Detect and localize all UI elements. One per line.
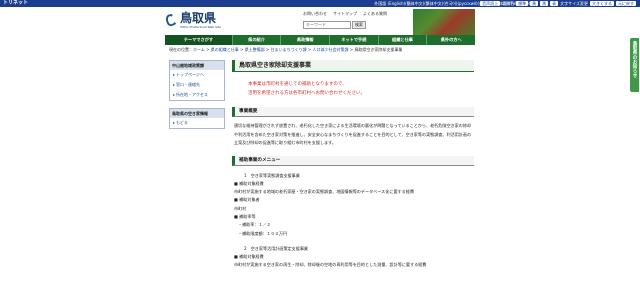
sidebar-division-title: 中山間地域政策課 <box>170 61 224 70</box>
list-item: 市町村が実施する空き家の再生・除却、除却後の空地の再利用等を目的とした測量、設計… <box>234 262 427 268</box>
list-item: ■ 補助対象者 <box>234 197 260 203</box>
nav-organization[interactable]: 組織と仕事 <box>379 35 428 45</box>
list-item: 市町村 <box>234 205 247 211</box>
breadcrumb: 現在の位置：ホーム > 県の組織と仕事 > 県土整備部 > 住まいまちづくり課 … <box>169 47 403 52</box>
search-input[interactable]: キーワード <box>303 21 351 29</box>
notice-line: 本事業は市町村を通じての補助となりますので、 <box>248 82 347 87</box>
site-header: 鳥取県 Tottori Prefectural Web Site お問い合わせ … <box>164 9 475 35</box>
trinet-brand[interactable]: トリネット <box>3 0 28 7</box>
list-item: 1 空き家等実態調査支援事業 <box>244 172 300 178</box>
breadcrumb-division[interactable]: 人口減少社会対策課 <box>313 47 349 52</box>
list-item: ■ 補助対象経費 <box>234 254 264 260</box>
sidebar-box-vacant: 鳥取県の空き家情報 もどる <box>169 108 225 129</box>
list-item: ・補助率：１／２ <box>238 222 271 228</box>
top-utility-bar: トリネット 外国語 (English)(簡体中文)(繁体中文)(한국어)(рус… <box>0 0 640 7</box>
breadcrumb-section[interactable]: 住まいまちづくり課 <box>271 47 307 52</box>
sidebar-link-access[interactable]: 所在地・アクセス <box>170 90 224 100</box>
header-links: お問い合わせ サイトマップ よくある質問 <box>303 11 387 17</box>
page-title: 鳥取県空き家除却支援事業 <box>232 60 474 72</box>
breadcrumb-home[interactable]: ホーム <box>193 47 205 52</box>
prefecture-notices-tab[interactable]: 鳥取県のお知らせ <box>630 38 639 92</box>
global-nav: テーマでさがす 県の紹介 県政情報 ネットで手続 組織と仕事 県外の方へ <box>165 35 475 45</box>
header-photo <box>413 9 475 35</box>
notice-text: 本事業は市町村を通じての補助となりますので、 活用を希望される方は各市町村へお問… <box>248 80 474 98</box>
overview-paragraph: 適切な維持管理がされず放置され、老朽化した空き家による生活環境の悪化が問題となっ… <box>234 123 472 145</box>
nav-prefecture-intro[interactable]: 県の紹介 <box>233 35 282 45</box>
breadcrumb-current: 鳥取県空き家除却支援事業 <box>354 47 403 52</box>
site-search: キーワード 検索 <box>303 21 366 29</box>
speech-button[interactable]: 音声読上 <box>480 1 501 6</box>
main-content: 鳥取県空き家除却支援事業 本事業は市町村を通じての補助となりますので、 活用を希… <box>232 60 474 270</box>
search-button[interactable]: 検索 <box>352 21 366 29</box>
sitemap-link[interactable]: サイトマップ <box>333 11 357 17</box>
fontsize-reset-button[interactable]: 元に戻す <box>616 1 636 6</box>
sidebar-vacant-title: 鳥取県の空き家情報 <box>170 109 224 118</box>
list-item: 2 空き家等活用計画策定支援事業 <box>244 245 309 251</box>
section-heading-overview: 事業概要 <box>232 107 474 117</box>
bgcolor-blue-button[interactable]: 青 <box>550 1 559 6</box>
list-item: 市町村が実施する地域の老朽家屋・空き家の実態調査、地図情報等のデータベース化に要… <box>234 189 414 195</box>
fontsize-larger-button[interactable]: 大きくする <box>590 1 614 6</box>
section-heading-menu: 補助事業のメニュー <box>232 155 474 166</box>
sidebar-link-back[interactable]: もどる <box>170 118 224 128</box>
subsidy-menu-list: 1 空き家等実態調査支援事業 ■ 補助対象経費 市町村が実施する地域の老朽家屋・… <box>234 172 474 270</box>
accessibility-tools: 音声読上 背景色 標準 黄 黒 青 文字サイズ変更 大きくする 元に戻す <box>480 0 636 7</box>
bgcolor-black-button[interactable]: 黒 <box>540 1 549 6</box>
breadcrumb-org[interactable]: 県の組織と仕事 <box>211 47 239 52</box>
contact-link[interactable]: お問い合わせ <box>303 11 327 17</box>
nav-government-info[interactable]: 県政情報 <box>281 35 331 45</box>
nav-online-procedures[interactable]: ネットで手続 <box>330 35 379 45</box>
bgcolor-yellow-button[interactable]: 黄 <box>530 1 539 6</box>
fontsize-label: 文字サイズ変更 <box>560 0 588 6</box>
logo-title: 鳥取県 <box>180 11 217 25</box>
faq-link[interactable]: よくある質問 <box>363 11 387 17</box>
sidebar-link-top[interactable]: トップページへ <box>170 70 224 80</box>
bgcolor-standard-button[interactable]: 標準 <box>516 1 529 6</box>
logo-subtitle: Tottori Prefectural Web Site <box>180 25 221 29</box>
bgcolor-label: 背景色 <box>502 0 515 6</box>
tottori-emblem-icon <box>164 12 178 28</box>
nav-visitors[interactable]: 県外の方へ <box>427 35 475 45</box>
site-logo[interactable]: 鳥取県 Tottori Prefectural Web Site <box>164 11 221 29</box>
sidebar-link-contact[interactable]: 窓口・連絡先 <box>170 80 224 90</box>
notices-tab-label: 鳥取県のお知らせ <box>632 41 637 78</box>
list-item: ・補助限度額：１００万円 <box>238 230 288 236</box>
notice-line: 活用を希望される方は各市町村へお問い合わせください。 <box>248 91 365 96</box>
sidebar: 中山間地域政策課 トップページへ 窓口・連絡先 所在地・アクセス 鳥取県の空き家… <box>169 60 225 136</box>
nav-theme[interactable]: テーマでさがす <box>165 35 233 45</box>
breadcrumb-label: 現在の位置 <box>169 47 189 52</box>
list-item: ■ 補助率等 <box>234 213 256 219</box>
list-item: ■ 補助対象経費 <box>234 180 264 186</box>
breadcrumb-dept[interactable]: 県土整備部 <box>245 47 265 52</box>
sidebar-box-division: 中山間地域政策課 トップページへ 窓口・連絡先 所在地・アクセス <box>169 60 225 101</box>
